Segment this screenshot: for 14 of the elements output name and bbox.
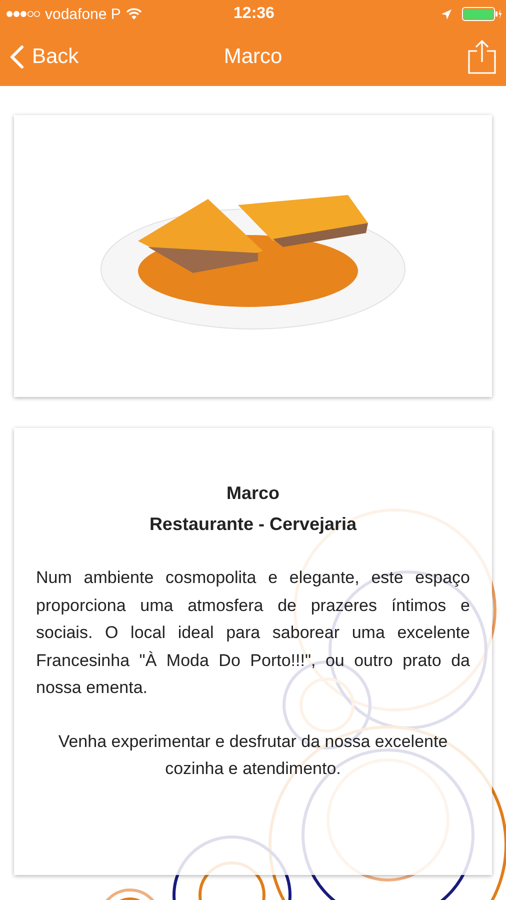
back-button[interactable]: Back	[10, 45, 79, 69]
chevron-left-icon	[10, 45, 24, 69]
status-time: 12:36	[234, 5, 274, 23]
carrier-name: vodafone P	[45, 6, 121, 22]
location-arrow-icon	[440, 8, 452, 20]
signal-icon	[6, 10, 40, 18]
restaurant-name: Marco	[226, 482, 280, 505]
share-icon[interactable]	[468, 40, 496, 74]
description-paragraph: Venha experimentar e desfrutar da nossa excelente cozinha e atendimento.	[57, 730, 449, 780]
nav-title: Marco	[224, 45, 282, 69]
restaurant-type: Restaurante - Cervejaria	[149, 513, 357, 536]
wifi-icon	[126, 8, 142, 20]
battery-icon	[462, 7, 502, 21]
description-paragraph: Num ambiente cosmopolita e elegante, este espaço proporciona uma atmosfera de prazeres íntimos e sociais. O local ideal para saborear uma excelente Francesinha "À Moda Do Porto!!!", ou outro prato da nossa ementa.	[36, 567, 470, 699]
